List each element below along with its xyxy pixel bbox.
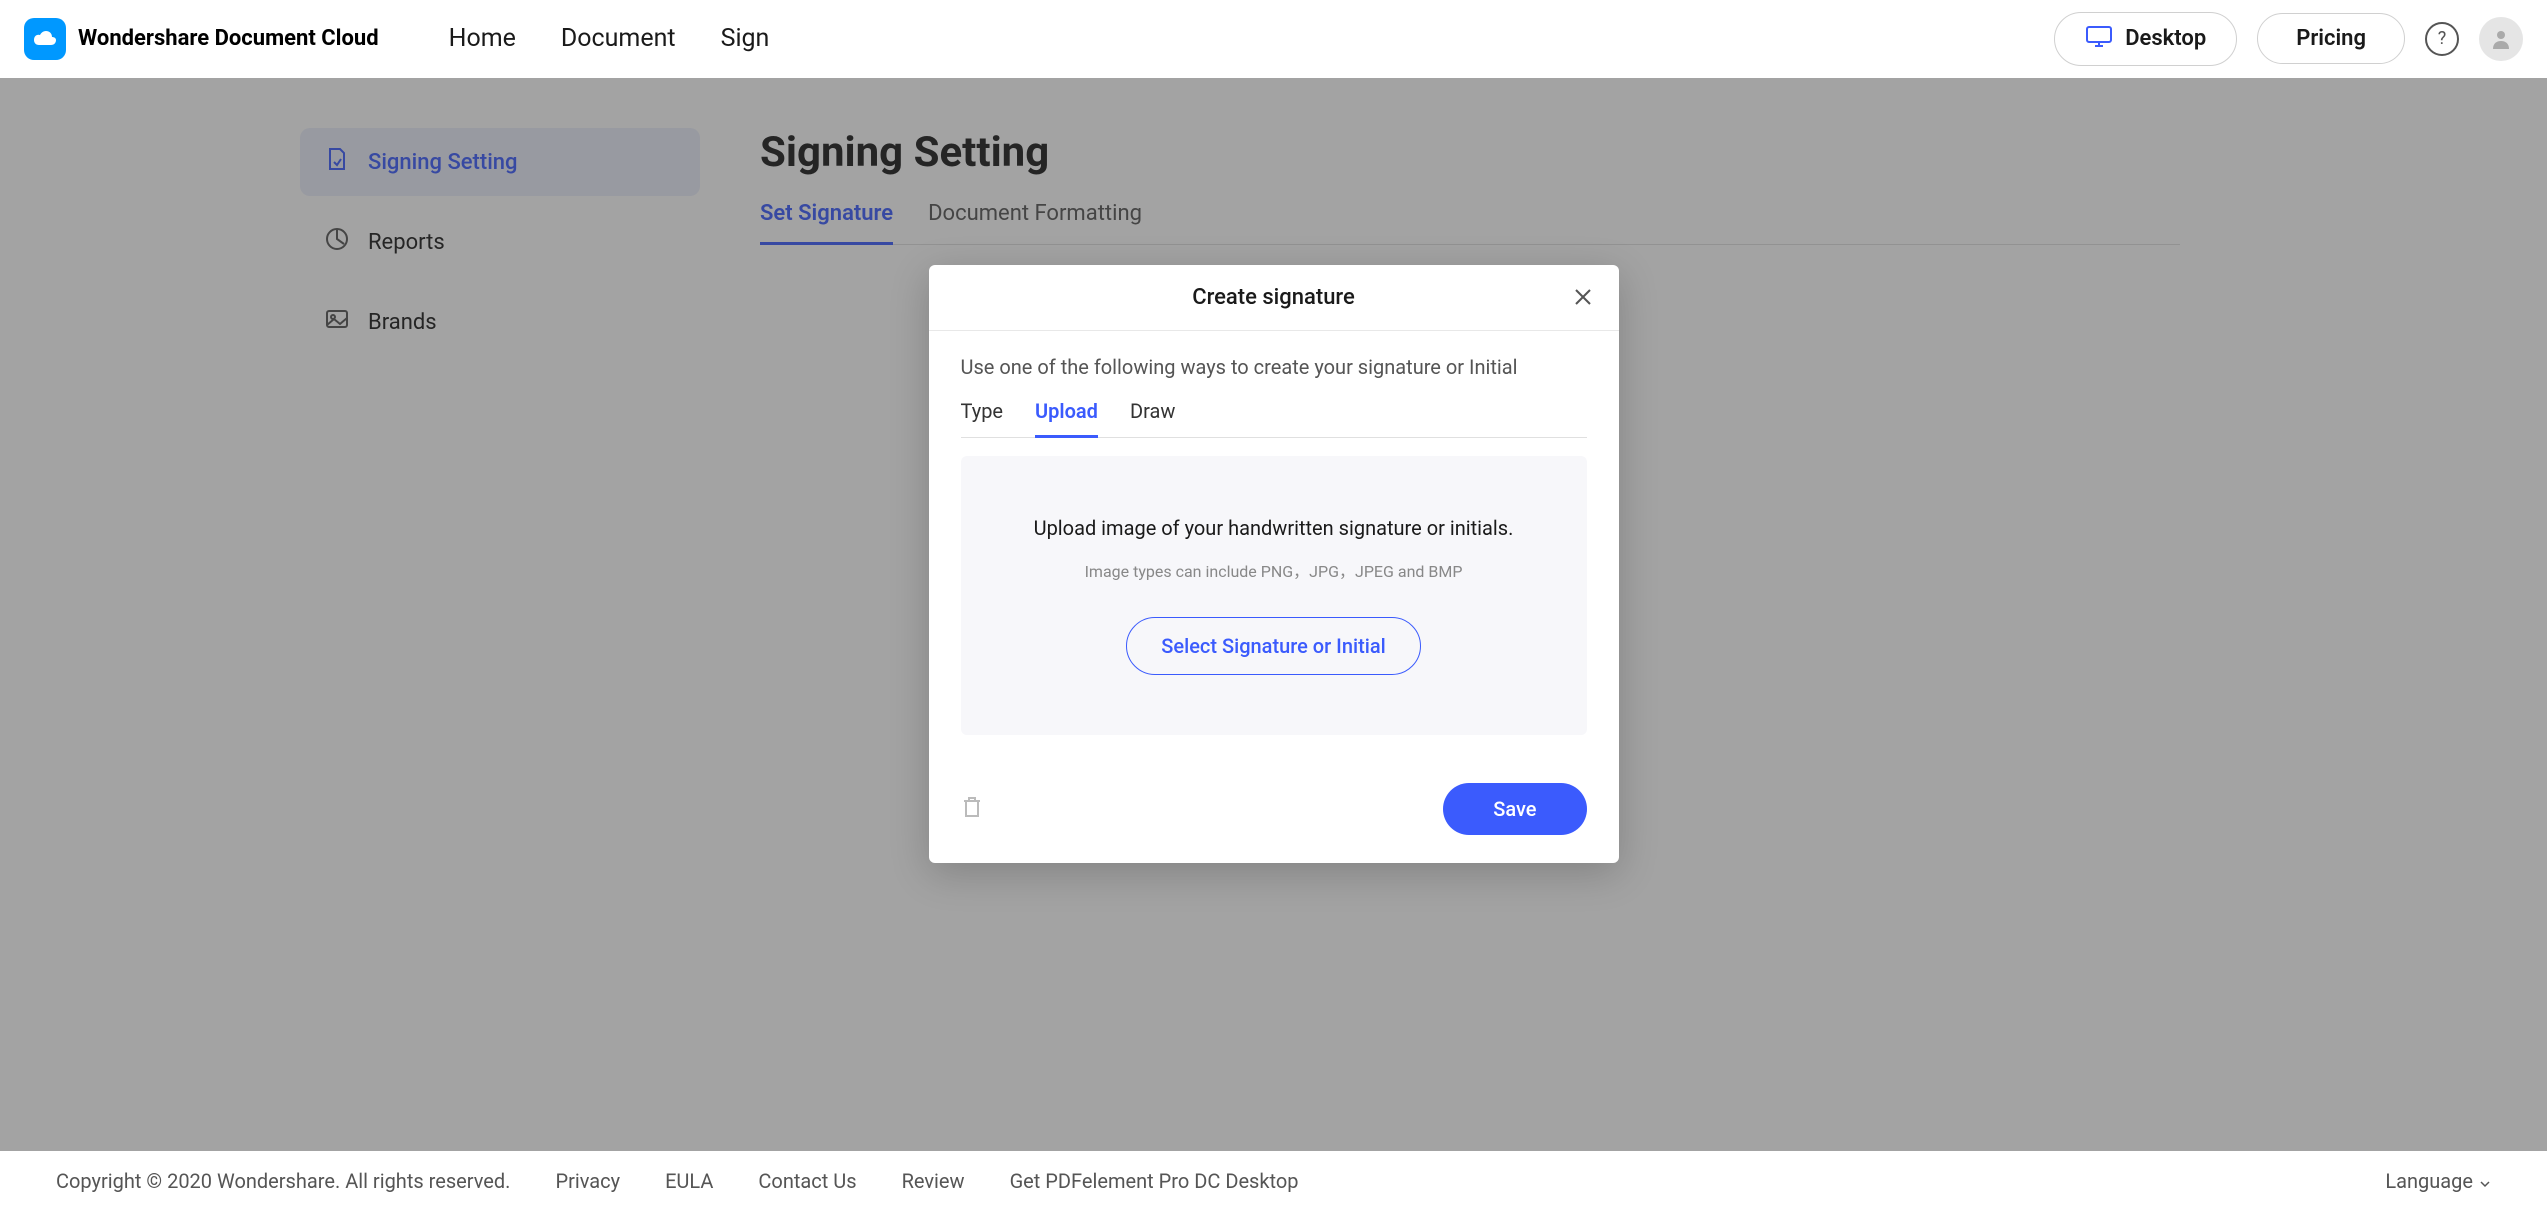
trash-icon [961,804,983,823]
desktop-button[interactable]: Desktop [2054,12,2237,66]
language-selector[interactable]: Language [2385,1169,2491,1193]
footer-link-privacy[interactable]: Privacy [555,1169,620,1193]
upload-hint: Image types can include PNG，JPG，JPEG and… [991,558,1557,582]
chevron-down-icon [2479,1169,2491,1193]
avatar[interactable] [2479,17,2523,61]
modal-body: Use one of the following ways to create … [929,331,1619,759]
modal-title: Create signature [1192,285,1355,310]
modal-footer: Save [929,759,1619,863]
upload-dropzone[interactable]: Upload image of your handwritten signatu… [961,456,1587,735]
copyright: Copyright © 2020 Wondershare. All rights… [56,1169,510,1193]
footer-link-eula[interactable]: EULA [665,1169,713,1193]
modal-tab-draw[interactable]: Draw [1130,399,1175,437]
header: Wondershare Document Cloud Home Document… [0,0,2547,78]
footer-left: Copyright © 2020 Wondershare. All rights… [56,1169,1299,1193]
nav-sign[interactable]: Sign [721,24,770,53]
logo-text: Wondershare Document Cloud [78,26,379,51]
nav-document[interactable]: Document [561,24,676,53]
footer-link-contact[interactable]: Contact Us [758,1169,856,1193]
top-nav: Home Document Sign [449,24,770,53]
help-icon[interactable]: ? [2425,22,2459,56]
close-button[interactable] [1571,286,1595,310]
delete-button[interactable] [961,795,983,823]
close-icon [1574,284,1592,312]
language-label: Language [2385,1169,2473,1193]
create-signature-modal: Create signature Use one of the followin… [929,265,1619,863]
select-signature-button[interactable]: Select Signature or Initial [1126,617,1420,675]
cloud-logo-icon [24,18,66,60]
footer-link-pdfelement[interactable]: Get PDFelement Pro DC Desktop [1010,1169,1299,1193]
nav-home[interactable]: Home [449,24,516,53]
logo[interactable]: Wondershare Document Cloud [24,18,379,60]
save-button[interactable]: Save [1443,783,1586,835]
modal-tab-upload[interactable]: Upload [1035,399,1098,438]
footer: Copyright © 2020 Wondershare. All rights… [0,1151,2547,1211]
pricing-button[interactable]: Pricing [2257,13,2405,64]
header-actions: Desktop Pricing ? [2054,12,2523,66]
modal-subtitle: Use one of the following ways to create … [961,355,1587,379]
modal-tab-type[interactable]: Type [961,399,1004,437]
footer-link-review[interactable]: Review [902,1169,965,1193]
modal-tabs: Type Upload Draw [961,399,1587,438]
modal-header: Create signature [929,265,1619,331]
desktop-label: Desktop [2125,26,2206,51]
upload-title: Upload image of your handwritten signatu… [991,516,1557,540]
monitor-icon [2085,25,2113,53]
